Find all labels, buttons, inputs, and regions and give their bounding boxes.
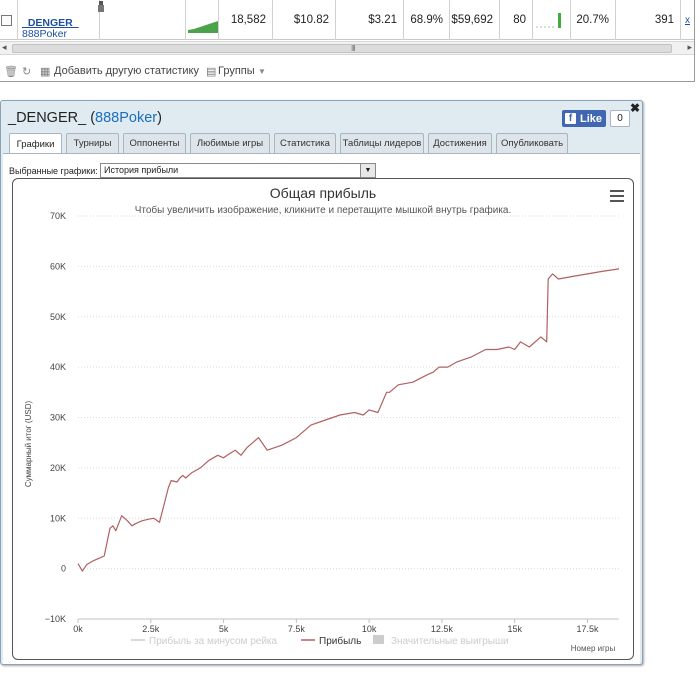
player-site-label: 888Poker (22, 28, 67, 40)
hands-cell: 18,582 (219, 0, 273, 40)
tab-statistics[interactable]: Статистика (274, 133, 336, 153)
grip-icon: III (351, 44, 356, 53)
x-tick-label: 15k (507, 624, 522, 634)
chart-legend: Прибыль за минусом рейка Прибыль Значитель… (131, 635, 509, 647)
title-paren-close: ) (157, 110, 162, 126)
y-tick-label: 20K (50, 463, 66, 473)
selected-graphs-label: Выбранные графики: (9, 166, 98, 176)
y-tick-label: 60K (50, 261, 66, 271)
player-profile-window: ✖ _DENGER_ (888Poker) f Like 0 Графики Т… (0, 100, 643, 665)
checkbox-cell (0, 0, 18, 40)
stat-cell: $3.21 (336, 0, 404, 40)
horizontal-scrollbar[interactable]: ◂ III ▸ (0, 41, 694, 55)
mini-bar-cell (533, 0, 571, 40)
chart-subtitle: Чтобы увеличить изображение, кликните и … (135, 204, 512, 216)
tab-tournaments[interactable]: Турниры (66, 133, 119, 153)
title-player-name: _DENGER_ (8, 110, 87, 126)
facebook-like-button[interactable]: f Like (562, 110, 606, 127)
tab-favorite-games[interactable]: Любимые игры (190, 133, 270, 153)
chart-svg[interactable]: Общая прибыль Чтобы увеличить изображени… (13, 179, 635, 661)
add-stats-icon: ▦ (40, 66, 51, 78)
tab-graphs[interactable]: Графики (9, 133, 62, 154)
stat-cell: $10.82 (273, 0, 336, 40)
groups-icon: ▤ (206, 66, 217, 78)
x-tick-label: 2.5k (142, 624, 160, 634)
x-tick-label: 7.5k (288, 624, 306, 634)
graph-select[interactable]: История прибыли ▼ (100, 163, 376, 178)
grid-toolbar: 🗑 ↻ ▦ Добавить другую статистику ▤ Групп… (0, 60, 694, 82)
stat-cell: 20.7% (571, 0, 616, 40)
chart-title: Общая прибыль (270, 185, 376, 201)
groups-menu[interactable]: Группы (218, 65, 255, 77)
trash-icon[interactable]: 🗑 (4, 65, 18, 78)
graphs-panel: Выбранные графики: История прибыли ▼ Общ… (3, 153, 640, 664)
refresh-icon[interactable]: ↻ (22, 65, 31, 78)
legend-symbol (373, 635, 384, 644)
stat-cell: 68.9% (404, 0, 450, 40)
tab-leaderboards[interactable]: Таблицы лидеров (340, 133, 424, 153)
x-tick-label: 12.5k (431, 624, 454, 634)
y-tick-label: 0 (61, 564, 66, 574)
sparkline-area (188, 21, 218, 33)
series-layer (77, 268, 620, 572)
x-tick-label: 17.5k (576, 624, 599, 634)
series-line-profit (77, 268, 620, 572)
like-count: 0 (610, 110, 630, 127)
y-tick-label: 40K (50, 362, 66, 372)
add-stats-link[interactable]: Добавить другую статистику (54, 65, 199, 77)
empty-cell (100, 0, 186, 40)
legend-item[interactable]: Значительные выигрыши (391, 636, 509, 647)
legend-item[interactable]: Прибыль за минусом рейка (149, 635, 278, 647)
scroll-right-icon[interactable]: ▸ (687, 42, 692, 53)
x-tick-label: 5k (219, 624, 229, 634)
table-row[interactable]: _DENGER_ 888Poker 18,582 $10.82 $3.21 68… (0, 0, 694, 40)
legend-item[interactable]: Прибыль (319, 635, 361, 647)
like-label: Like (580, 112, 603, 125)
x-tick-label: 0k (73, 624, 83, 634)
x-tick-label: 10k (362, 624, 377, 634)
x-tick-labels: 0k 2.5k 5k 7.5k 10k 12.5k 15k 17.5k (73, 624, 599, 634)
close-icon[interactable]: ✖ (630, 101, 640, 115)
y-tick-labels: −10K 0 10K 20K 30K 40K 50K 60K 70K (45, 211, 66, 624)
y-axis-label: Суммарный итог (USD) (24, 401, 33, 488)
y-tick-label: 70K (50, 211, 66, 221)
facebook-icon: f (565, 113, 576, 124)
y-tick-label: 30K (50, 413, 66, 423)
x-axis-label: Номер игры (571, 644, 616, 653)
mini-bar-chart (536, 13, 561, 28)
stat-cell: 80 (500, 0, 533, 40)
stats-grid: _DENGER_ 888Poker 18,582 $10.82 $3.21 68… (0, 0, 695, 82)
profit-chart[interactable]: Общая прибыль Чтобы увеличить изображени… (12, 178, 634, 660)
y-tick-label: −10K (45, 614, 66, 624)
player-cell[interactable]: _DENGER_ 888Poker (18, 0, 104, 40)
scrollbar-thumb[interactable]: III (12, 44, 672, 53)
tab-opponents[interactable]: Оппоненты (123, 133, 186, 153)
chevron-down-icon[interactable]: ▼ (258, 67, 266, 76)
row-remove-link[interactable]: x (681, 0, 694, 40)
menu-icon[interactable] (610, 190, 624, 202)
stat-cell: $59,692 (450, 0, 500, 40)
y-tick-label: 50K (50, 312, 66, 322)
select-arrow-icon[interactable]: ▼ (360, 164, 375, 177)
tab-publish[interactable]: Опубликовать (496, 133, 568, 153)
grid-layer (77, 215, 619, 623)
graph-select-value: История прибыли (104, 165, 179, 175)
stat-cell: 391 (616, 0, 681, 40)
window-title: _DENGER_ (888Poker) (8, 110, 162, 126)
sparkline-cell (186, 0, 219, 40)
scroll-left-icon[interactable]: ◂ (2, 42, 7, 53)
tab-achievements[interactable]: Достижения (428, 133, 492, 153)
y-tick-label: 10K (50, 513, 66, 523)
title-site-link[interactable]: 888Poker (95, 110, 157, 126)
